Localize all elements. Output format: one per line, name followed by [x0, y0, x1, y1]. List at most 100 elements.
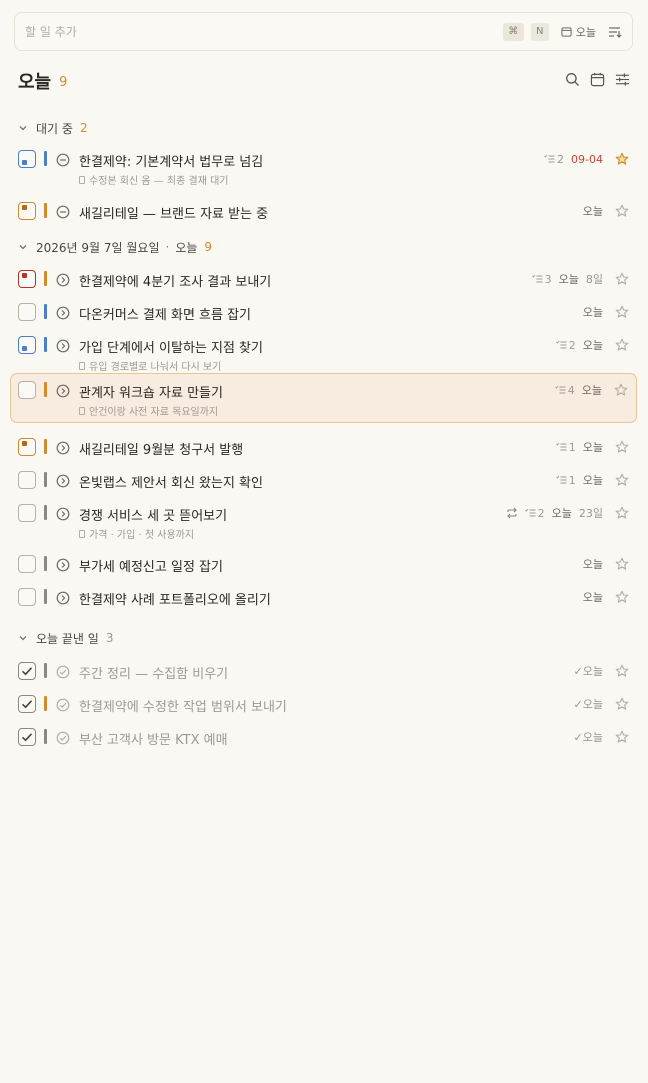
star-button[interactable] [615, 440, 629, 454]
due-date[interactable]: ✓오늘 [574, 729, 603, 745]
task-title[interactable]: 새길리테일 9월분 청구서 발행 [79, 439, 243, 458]
project-color-bar [44, 696, 47, 711]
status-button[interactable] [56, 305, 70, 320]
task-title[interactable]: 가입 단계에서 이탈하는 지점 찾기 [79, 337, 263, 356]
task-row[interactable]: 관계자 워크숍 자료 만들기 안건이랑 사전 자료 목요일까지 4 오늘 [10, 373, 637, 423]
add-date-button[interactable]: 오늘 [561, 24, 596, 40]
star-button[interactable] [615, 664, 629, 678]
star-icon [615, 590, 629, 603]
star-button[interactable] [614, 383, 628, 397]
star-button[interactable] [615, 590, 629, 604]
star-button[interactable] [615, 506, 629, 520]
star-button[interactable] [615, 730, 629, 744]
task-checkbox[interactable] [18, 662, 36, 680]
star-button[interactable] [615, 697, 629, 711]
task-row[interactable]: 새길리테일 9월분 청구서 발행 1 오늘 [10, 438, 637, 458]
section-done[interactable]: 오늘 끝낸 일 3 [18, 629, 113, 647]
task-title[interactable]: 한결제약에 수정한 작업 범위서 보내기 [79, 696, 287, 715]
status-button[interactable] [56, 697, 70, 712]
task-title[interactable]: 한결제약에 4분기 조사 결과 보내기 [79, 271, 271, 290]
star-button[interactable] [615, 204, 629, 218]
status-button[interactable] [56, 590, 70, 605]
due-date[interactable]: ✓오늘 [574, 696, 603, 712]
status-button[interactable] [56, 152, 70, 167]
task-row[interactable]: 한결제약에 4분기 조사 결과 보내기 3 오늘 8일 [10, 270, 637, 290]
task-row[interactable]: 다온커머스 결제 화면 흐름 잡기 오늘 [10, 303, 637, 323]
task-row[interactable]: 부산 고객사 방문 KTX 예매 ✓오늘 [10, 728, 637, 748]
next-status-icon [56, 306, 70, 320]
task-checkbox[interactable] [18, 555, 36, 573]
task-checkbox[interactable] [18, 588, 36, 606]
task-row[interactable]: 부가세 예정신고 일정 잡기 오늘 [10, 555, 637, 575]
due-date[interactable]: 오늘 [583, 556, 603, 572]
task-checkbox[interactable] [18, 728, 36, 746]
task-checkbox[interactable] [18, 695, 36, 713]
task-title[interactable]: 관계자 워크숍 자료 만들기 [79, 382, 223, 401]
status-button[interactable] [56, 383, 70, 398]
task-title[interactable]: 부산 고객사 방문 KTX 예매 [79, 729, 228, 748]
task-checkbox[interactable] [18, 438, 36, 456]
task-checkbox[interactable] [18, 202, 36, 220]
task-checkbox[interactable] [18, 150, 36, 168]
add-task-input[interactable] [25, 24, 496, 39]
search-button[interactable] [565, 72, 580, 91]
due-date[interactable]: 09-04 [571, 153, 603, 166]
due-date[interactable]: 오늘 [583, 439, 603, 455]
task-title[interactable]: 경쟁 서비스 세 곳 뜯어보기 [79, 505, 227, 524]
status-button[interactable] [56, 204, 70, 219]
due-date[interactable]: 오늘 [583, 337, 603, 353]
calendar-button[interactable] [590, 72, 605, 91]
task-title[interactable]: 새길리테일 — 브랜드 자료 받는 중 [79, 203, 268, 222]
status-button[interactable] [56, 440, 70, 455]
task-title[interactable]: 다온커머스 결제 화면 흐름 잡기 [79, 304, 251, 323]
due-date[interactable]: ✓오늘 [574, 663, 603, 679]
add-options-button[interactable] [608, 26, 622, 38]
task-row[interactable]: 새길리테일 — 브랜드 자료 받는 중 오늘 [10, 202, 637, 222]
task-checkbox[interactable] [18, 336, 36, 354]
due-date[interactable]: 오늘 [583, 203, 603, 219]
star-button[interactable] [615, 473, 629, 487]
status-button[interactable] [56, 338, 70, 353]
task-row[interactable]: 한결제약: 기본계약서 법무로 넘김 수정본 회신 옴 — 최종 결재 대기 2 09… [10, 150, 637, 187]
due-date[interactable]: 오늘 [582, 382, 602, 398]
task-checkbox[interactable] [18, 303, 36, 321]
task-checkbox[interactable] [18, 504, 36, 522]
task-title[interactable]: 한결제약 사례 포트폴리오에 올리기 [79, 589, 271, 608]
star-button[interactable] [615, 272, 629, 286]
task-checkbox[interactable] [18, 270, 36, 288]
next-status-icon [56, 558, 70, 572]
section-waiting[interactable]: 대기 중 2 [18, 119, 88, 137]
star-button[interactable] [615, 338, 629, 352]
task-row[interactable]: 가입 단계에서 이탈하는 지점 찾기 유입 경로별로 나눠서 다시 보기 2 오늘 [10, 336, 637, 373]
task-title[interactable]: 부가세 예정신고 일정 잡기 [79, 556, 223, 575]
star-button[interactable] [615, 557, 629, 571]
task-checkbox[interactable] [18, 381, 36, 399]
due-date[interactable]: 오늘 [583, 304, 603, 320]
task-checkbox[interactable] [18, 471, 36, 489]
status-button[interactable] [56, 557, 70, 572]
filter-button[interactable] [615, 72, 630, 91]
task-row[interactable]: 한결제약 사례 포트폴리오에 올리기 오늘 [10, 588, 637, 608]
due-date[interactable]: 오늘 [552, 505, 572, 521]
project-color-bar [44, 203, 47, 218]
due-date[interactable]: 오늘 [583, 472, 603, 488]
task-title[interactable]: 한결제약: 기본계약서 법무로 넘김 [79, 151, 263, 170]
star-button[interactable] [615, 152, 629, 166]
star-button[interactable] [615, 305, 629, 319]
status-button[interactable] [56, 272, 70, 287]
due-date[interactable]: 오늘 [583, 589, 603, 605]
task-row[interactable]: 온빛랩스 제안서 회신 왔는지 확인 1 오늘 [10, 471, 637, 491]
status-button[interactable] [56, 730, 70, 745]
task-row[interactable]: 한결제약에 수정한 작업 범위서 보내기 ✓오늘 [10, 695, 637, 715]
task-title[interactable]: 온빛랩스 제안서 회신 왔는지 확인 [79, 472, 263, 491]
section-today[interactable]: 2026년 9월 7일 월요일 · 오늘 9 [18, 238, 212, 256]
task-row[interactable]: 경쟁 서비스 세 곳 뜯어보기 가격 · 가입 · 첫 사용까지 2 오늘 23일 [10, 504, 637, 541]
status-button[interactable] [56, 664, 70, 679]
add-task-bar[interactable]: ⌘ N 오늘 [14, 12, 633, 51]
status-button[interactable] [56, 506, 70, 521]
status-button[interactable] [56, 473, 70, 488]
page-title: 오늘 [18, 72, 52, 93]
due-date[interactable]: 오늘 [559, 271, 579, 287]
task-row[interactable]: 주간 정리 — 수집함 비우기 ✓오늘 [10, 662, 637, 682]
task-title[interactable]: 주간 정리 — 수집함 비우기 [79, 663, 228, 682]
